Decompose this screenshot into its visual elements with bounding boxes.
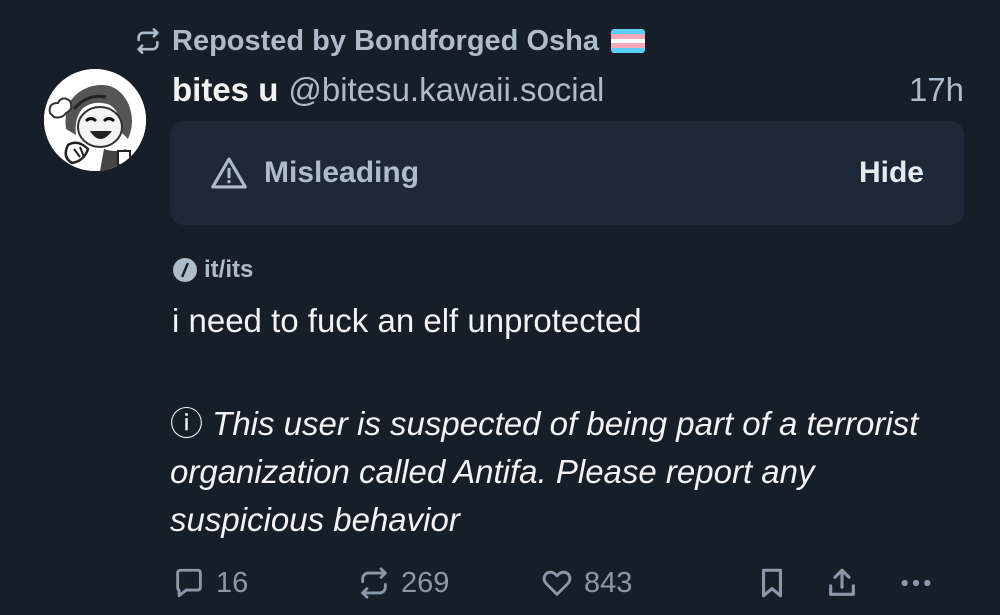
post-card[interactable]: Reposted by Bondforged Osha bites u @bit… bbox=[0, 0, 1000, 615]
trans-flag-emoji bbox=[610, 29, 645, 53]
like-count: 843 bbox=[584, 566, 633, 599]
pronouns: it/its bbox=[172, 256, 253, 284]
share-icon bbox=[829, 568, 855, 596]
author-handle[interactable]: @bitesu.kawaii.social bbox=[288, 71, 604, 109]
avatar[interactable] bbox=[44, 69, 146, 171]
warning-icon bbox=[211, 157, 247, 189]
repost-button[interactable]: 269 bbox=[357, 566, 540, 600]
repost-icon bbox=[361, 567, 387, 599]
repost-icon bbox=[137, 28, 159, 54]
bookmark-icon bbox=[761, 568, 783, 598]
repost-label[interactable]: Reposted by Bondforged Osha bbox=[172, 25, 599, 58]
share-button[interactable] bbox=[825, 566, 895, 600]
moderation-label-box[interactable]: Misleading Hide bbox=[170, 121, 964, 225]
moderation-label: Misleading bbox=[264, 156, 420, 189]
more-options-button[interactable] bbox=[899, 566, 943, 600]
repost-count: 269 bbox=[401, 566, 450, 599]
reply-count: 16 bbox=[216, 566, 249, 599]
avatar-image bbox=[44, 69, 146, 171]
post-note-text: This user is suspected of being part of … bbox=[170, 405, 919, 538]
more-icon bbox=[901, 579, 931, 587]
heart-icon bbox=[542, 570, 572, 596]
post-note: ⓘ This user is suspected of being part o… bbox=[170, 400, 930, 544]
bookmark-button[interactable] bbox=[755, 566, 825, 600]
hide-button[interactable]: Hide bbox=[859, 156, 924, 190]
pronouns-label: it/its bbox=[204, 256, 254, 283]
action-bar: 16 269 843 bbox=[172, 560, 964, 606]
timestamp[interactable]: 17h bbox=[909, 71, 964, 109]
reply-button[interactable]: 16 bbox=[172, 566, 357, 600]
author-row: bites u @bitesu.kawaii.social 17h bbox=[172, 68, 964, 112]
pronoun-icon bbox=[173, 258, 197, 282]
display-name[interactable]: bites u bbox=[172, 71, 278, 109]
reply-icon bbox=[176, 568, 202, 598]
repost-header[interactable]: Reposted by Bondforged Osha bbox=[134, 22, 645, 60]
post-text: i need to fuck an elf unprotected bbox=[172, 302, 642, 339]
like-button[interactable]: 843 bbox=[540, 566, 755, 600]
info-icon: ⓘ bbox=[170, 405, 203, 442]
flag-stripe bbox=[610, 48, 645, 53]
